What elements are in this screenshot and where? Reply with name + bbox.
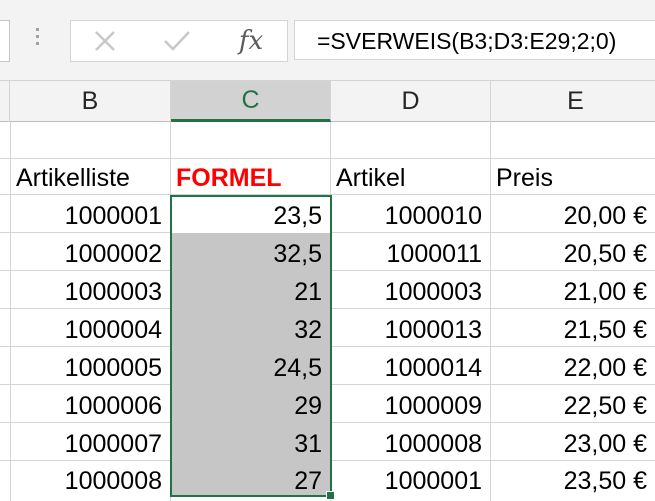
column-header-c[interactable]: C <box>171 81 331 122</box>
cell-d[interactable]: 1000008 <box>330 425 490 463</box>
formula-bar-grip[interactable] <box>36 28 40 52</box>
cell-c[interactable]: 32 <box>170 311 330 349</box>
cell-d[interactable]: 1000010 <box>330 197 490 235</box>
cell-c[interactable]: 32,5 <box>170 235 330 273</box>
cell-e[interactable]: 20,50 € <box>490 235 655 273</box>
name-box[interactable] <box>0 20 10 62</box>
cell-e[interactable]: 23,00 € <box>490 425 655 463</box>
cell-e[interactable]: 21,50 € <box>490 311 655 349</box>
cell-b[interactable]: 1000007 <box>10 425 170 463</box>
cell-c[interactable]: 27 <box>170 462 330 500</box>
cell-d[interactable]: 1000001 <box>330 462 490 500</box>
checkmark-icon[interactable] <box>147 21 207 61</box>
cell-e[interactable]: 23,50 € <box>490 462 655 500</box>
cell-b[interactable]: 1000004 <box>10 311 170 349</box>
formula-input[interactable]: =SVERWEIS(B3;D3:E29;2;0) <box>294 20 655 60</box>
formula-buttons: fx <box>70 20 288 62</box>
cell-c[interactable]: 21 <box>170 273 330 311</box>
cell-d[interactable]: 1000009 <box>330 387 490 425</box>
cell-b[interactable]: 1000006 <box>10 387 170 425</box>
column-header-e[interactable]: E <box>491 81 655 122</box>
cell-c[interactable]: 24,5 <box>170 349 330 387</box>
cell-d[interactable]: 1000011 <box>330 235 490 273</box>
cell-c[interactable]: 31 <box>170 425 330 463</box>
column-header-d[interactable]: D <box>331 81 491 122</box>
column-header-a[interactable] <box>0 81 10 122</box>
insert-function-button[interactable]: fx <box>221 21 281 61</box>
cell-d[interactable]: 1000014 <box>330 349 490 387</box>
cell-e[interactable]: 22,00 € <box>490 349 655 387</box>
close-icon[interactable] <box>75 21 135 61</box>
fill-handle[interactable] <box>326 491 335 500</box>
cell-d[interactable]: 1000003 <box>330 273 490 311</box>
cell-b[interactable]: 1000002 <box>10 235 170 273</box>
cell-d[interactable]: 1000013 <box>330 311 490 349</box>
cell-e[interactable]: 22,50 € <box>490 387 655 425</box>
cell-d-header[interactable]: Artikel <box>330 159 490 197</box>
cell-b-header[interactable]: Artikelliste <box>10 159 170 197</box>
cell-e[interactable]: 21,00 € <box>490 273 655 311</box>
cell-b[interactable]: 1000005 <box>10 349 170 387</box>
cell-b[interactable]: 1000003 <box>10 273 170 311</box>
cell-e-header[interactable]: Preis <box>490 159 655 197</box>
cell-c[interactable]: 29 <box>170 387 330 425</box>
cell-e[interactable]: 20,00 € <box>490 197 655 235</box>
cell-c[interactable]: 23,5 <box>170 197 330 235</box>
cell-c-header[interactable]: FORMEL <box>170 159 330 197</box>
column-header-b[interactable]: B <box>10 81 171 122</box>
cell-b[interactable]: 1000001 <box>10 197 170 235</box>
column-header-row: B C D E <box>0 80 655 122</box>
cell-b[interactable]: 1000008 <box>10 462 170 500</box>
